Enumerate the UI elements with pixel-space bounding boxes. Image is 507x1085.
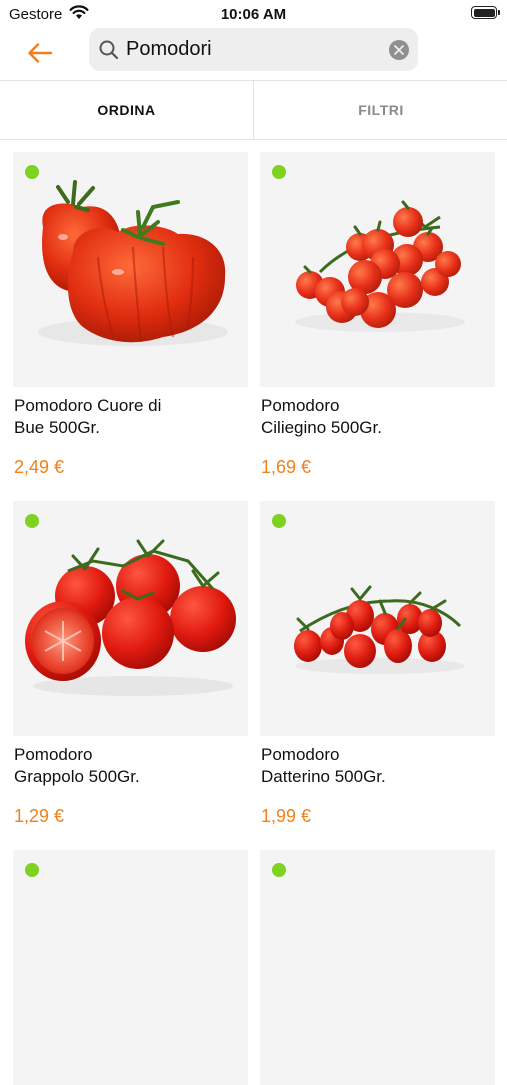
product-image (13, 501, 248, 736)
filter-button[interactable]: FILTRI (255, 81, 507, 139)
search-icon (99, 40, 119, 60)
product-image (13, 850, 248, 1085)
availability-dot (25, 863, 39, 877)
availability-dot (272, 165, 286, 179)
availability-dot (25, 514, 39, 528)
sort-filter-bar: ORDINA FILTRI (0, 80, 507, 140)
product-image (13, 152, 248, 387)
back-button[interactable] (24, 37, 56, 69)
back-arrow-icon (28, 43, 53, 63)
product-price: 1,99 € (261, 806, 312, 826)
product-image (260, 501, 495, 736)
product-name: Pomodoro Cuore di Bue 500Gr. (14, 396, 162, 437)
search-field[interactable]: Pomodori (89, 28, 418, 71)
product-price: 1,69 € (261, 457, 312, 477)
product-name: Pomodoro Grappolo 500Gr. (14, 745, 140, 786)
search-input[interactable]: Pomodori (126, 38, 212, 61)
product-image (260, 850, 495, 1085)
product-image (260, 152, 495, 387)
availability-dot (272, 514, 286, 528)
product-price: 1,29 € (14, 806, 65, 826)
close-icon (394, 45, 404, 55)
product-name: Pomodoro Ciliegino 500Gr. (261, 396, 382, 437)
availability-dot (25, 165, 39, 179)
clock: 10:06 AM (220, 6, 287, 23)
clear-search-button[interactable] (389, 40, 409, 60)
status-bar: Gestore 10:06 AM (0, 0, 507, 28)
sort-button[interactable]: ORDINA (0, 81, 254, 139)
availability-dot (272, 863, 286, 877)
product-price: 2,49 € (14, 457, 65, 477)
product-name: Pomodoro Datterino 500Gr. (261, 745, 386, 786)
battery-icon (471, 6, 500, 19)
navigation-bar: Pomodori (0, 28, 507, 80)
